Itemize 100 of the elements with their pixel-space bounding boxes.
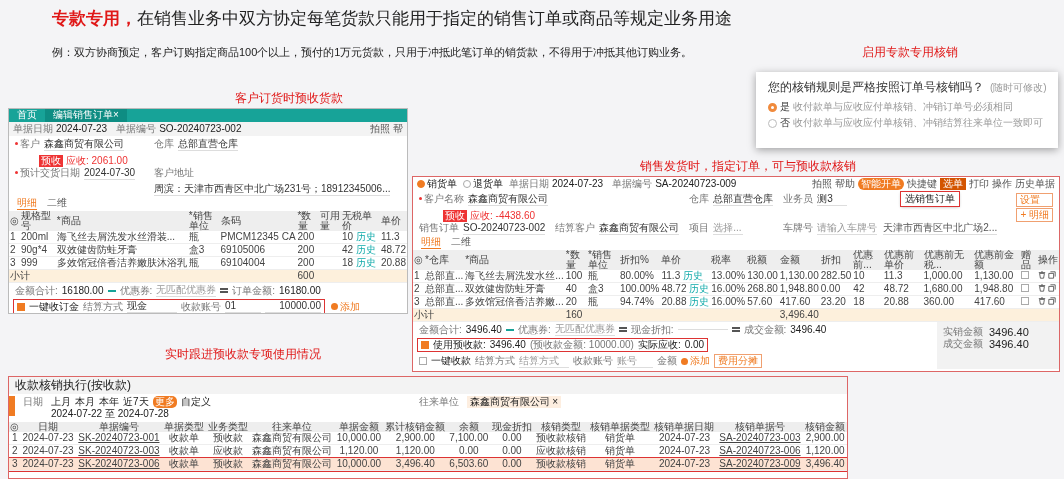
checkbox[interactable] <box>1020 271 1029 279</box>
summary-label: 实销金额 <box>943 326 983 338</box>
toolbar-button[interactable]: 打印 <box>969 178 989 190</box>
table-cell: 销货单 <box>587 432 653 445</box>
input-field[interactable]: 测3 <box>817 193 848 206</box>
toolbar-button[interactable]: 操作 <box>992 178 1012 190</box>
document-link[interactable]: SK-20240723-006 <box>75 457 163 471</box>
toolbar-button[interactable]: 拍照 <box>812 178 832 190</box>
summary-value: 3496.40 <box>989 326 1029 338</box>
date-preset[interactable]: 本月 <box>75 396 95 408</box>
input-field[interactable]: 总部直营仓库 <box>178 138 239 151</box>
toolbar-button[interactable]: 历史单据 <box>1015 178 1055 190</box>
delete-icon[interactable] <box>1037 297 1046 305</box>
table-cell: 3 <box>9 256 20 270</box>
account-field[interactable]: 01 <box>225 300 261 313</box>
toolbar-button[interactable]: 帮助 <box>835 178 855 190</box>
partner-tag[interactable]: 森鑫商贸有限公司 × <box>466 396 562 408</box>
document-link[interactable]: SK-20240723-001 <box>75 432 163 445</box>
table-cell: 预收款核销 <box>533 432 588 445</box>
table-cell: 48.72 <box>661 283 687 294</box>
deal-amount: 3496.40 <box>790 323 827 336</box>
caption: 实时跟进预收款专项使用情况 <box>165 346 321 363</box>
document-link[interactable]: SA-20240723-003 <box>716 432 804 445</box>
table-cell: 94.74% <box>619 295 661 309</box>
menu-item[interactable]: 选销售订单 <box>905 193 955 204</box>
table-cell: 2,900.00 <box>383 432 448 445</box>
table-cell: 预收款 <box>205 432 250 445</box>
document-link[interactable]: SK-20240723-003 <box>75 444 163 458</box>
column-header: 单价 <box>379 211 407 231</box>
table-cell: 10 <box>341 231 354 242</box>
input-field[interactable]: SO-20240723-002 <box>463 222 546 235</box>
table-cell: 森鑫商贸有限公司 <box>249 432 335 445</box>
tab[interactable]: 编辑销售订单× <box>45 109 127 122</box>
input-field[interactable]: 森鑫商贸有限公司 <box>468 193 548 206</box>
copy-icon[interactable] <box>1047 271 1056 279</box>
column-header: 核销类型 <box>533 422 588 432</box>
column-header: ◎ <box>9 211 20 231</box>
column-header: 优惠前... <box>852 250 883 270</box>
date-preset[interactable]: 近7天 <box>123 396 149 408</box>
document-link[interactable]: SA-20240723-006 <box>716 444 804 458</box>
tab[interactable]: 二维 <box>47 197 67 210</box>
deposit-label: 一键收订金 <box>29 300 79 313</box>
table-cell: 417.60 <box>973 295 1020 309</box>
copy-icon[interactable] <box>1047 284 1056 292</box>
prepaid-badge: 预收 <box>39 155 63 167</box>
radio-button[interactable] <box>768 102 777 112</box>
radio-button[interactable] <box>417 180 425 188</box>
input-field[interactable]: 森鑫商贸有限公司 <box>44 138 124 151</box>
due-amount: 0.00 <box>684 339 705 351</box>
checkbox[interactable] <box>1020 297 1029 305</box>
deal-amount-label: 成交金额: <box>743 323 787 336</box>
input-field[interactable]: 2024-07-30 <box>84 167 136 180</box>
column-header: 单价 <box>660 250 711 270</box>
field-label: 结算客户 <box>555 222 596 234</box>
input-field[interactable]: 周滨：天津市西青区中北广场231号；18912345006... <box>154 183 391 196</box>
table-cell: 6,503.60 <box>447 457 491 471</box>
table-cell: 20.88 <box>882 295 923 309</box>
date-preset[interactable]: 本年 <box>99 396 119 408</box>
table-cell: 应收款 <box>205 444 250 458</box>
checkbox[interactable] <box>17 302 25 311</box>
date-preset[interactable]: 自定义 <box>180 396 211 408</box>
table-cell: 57.60 <box>746 295 779 309</box>
tab[interactable]: 二维 <box>451 236 471 249</box>
date-range: 2024-07-22 至 2024-07-28 <box>51 408 170 420</box>
checkbox[interactable] <box>1020 284 1029 292</box>
total-value: 16180.00 <box>61 284 104 297</box>
table-cell: 0.00 <box>490 444 534 458</box>
column-header: *销售单位 <box>587 250 619 270</box>
order-amount-label: 订单金额: <box>232 284 276 297</box>
date-preset[interactable]: 上月 <box>51 396 71 408</box>
input-field[interactable]: 总部直营仓库 <box>713 193 774 206</box>
table-cell: 999 <box>20 256 56 270</box>
table-cell: 销货单 <box>587 457 653 471</box>
delete-icon[interactable] <box>1037 271 1046 279</box>
table-cell: 11.3 <box>661 270 681 281</box>
checkbox[interactable] <box>419 357 427 365</box>
document-link[interactable]: SA-20240723-009 <box>716 457 804 471</box>
field-label: 仓库 <box>689 193 710 205</box>
amount-field[interactable]: 10000.00 <box>265 300 321 313</box>
toolbar-link[interactable]: 帮 <box>393 123 403 135</box>
toolbar-button[interactable]: 选单 <box>940 178 966 190</box>
minus-icon <box>107 289 116 292</box>
checkbox[interactable] <box>421 341 429 349</box>
address-field[interactable]: 天津市西青区中北广场2... <box>883 222 998 235</box>
field-value: 2024-07-23 <box>56 123 108 135</box>
column-header: 核销单据类型 <box>587 422 653 432</box>
copy-icon[interactable] <box>1047 297 1056 305</box>
input-field[interactable]: 森鑫商贸有限公司 <box>599 222 680 235</box>
toolbar-button[interactable]: 快捷键 <box>907 178 937 190</box>
payment-method-field[interactable]: 现金 <box>127 300 177 313</box>
table-cell: 2024-07-23 <box>20 432 76 445</box>
summary-value: 3496.40 <box>989 338 1029 350</box>
table-cell: 收款单 <box>162 444 206 458</box>
minus-icon <box>505 328 514 331</box>
doc-type-option[interactable]: 销货单 <box>417 178 457 190</box>
toolbar-link[interactable]: 拍照 <box>370 123 390 135</box>
doc-type-option[interactable]: 退货单 <box>463 178 503 190</box>
delete-icon[interactable] <box>1037 284 1046 292</box>
table-cell: 48.72 <box>882 282 923 296</box>
field-label: 收款账号 <box>573 355 613 367</box>
